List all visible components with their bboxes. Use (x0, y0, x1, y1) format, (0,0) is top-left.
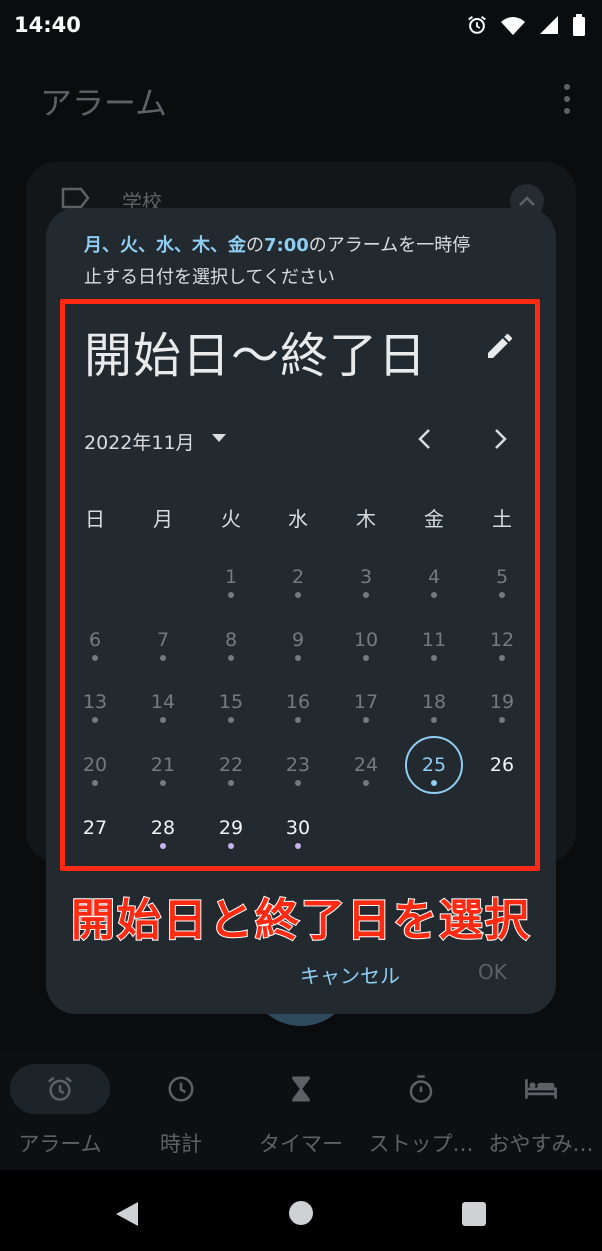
bottom-nav-item[interactable]: タイマー (241, 1064, 361, 1158)
bed-icon (491, 1064, 591, 1114)
home-icon[interactable] (289, 1201, 313, 1225)
highlight-frame (60, 299, 540, 871)
bottom-nav-label: ストップ… (368, 1132, 474, 1156)
chevron-up-icon (519, 196, 535, 206)
ok-button[interactable]: OK (478, 960, 507, 984)
label-icon (61, 187, 90, 209)
alarm-icon (468, 15, 486, 34)
bottom-nav-label: アラーム (18, 1132, 102, 1156)
back-icon[interactable] (114, 1200, 140, 1228)
dialog-message: 月、火、水、木、金の7:00のアラームを一時停止する日付を選択してください (84, 230, 474, 294)
hourglass-icon (251, 1064, 351, 1114)
bottom-nav-item[interactable]: おやすみ… (481, 1064, 601, 1158)
bottom-nav-label: おやすみ… (488, 1132, 594, 1156)
battery-icon (573, 14, 585, 36)
signal-icon (540, 16, 558, 34)
wifi-icon (501, 17, 525, 35)
app-title: アラーム (40, 84, 168, 122)
bottom-nav-item[interactable]: ストップ… (361, 1064, 481, 1158)
dialog-message-time: 7:00 (264, 235, 309, 256)
bottom-nav-label: タイマー (259, 1132, 343, 1156)
dialog-message-connector: の (246, 235, 264, 256)
bottom-nav-item[interactable]: 時計 (121, 1064, 241, 1158)
status-time: 14:40 (14, 13, 81, 37)
alarm-clock-icon (10, 1064, 110, 1114)
stopwatch-icon (371, 1064, 471, 1114)
clock-icon (131, 1064, 231, 1114)
cancel-button[interactable]: キャンセル (300, 960, 400, 989)
bottom-nav-label: 時計 (160, 1132, 202, 1156)
status-icons (466, 14, 586, 36)
recents-icon[interactable] (462, 1202, 486, 1226)
status-bar: 14:40 (0, 0, 602, 50)
bottom-nav-item[interactable]: アラーム (0, 1064, 120, 1158)
dialog-message-days: 月、火、水、木、金 (84, 235, 246, 256)
overflow-menu-icon[interactable] (558, 84, 576, 114)
annotation-caption: 開始日と終了日を選択 (70, 894, 531, 947)
